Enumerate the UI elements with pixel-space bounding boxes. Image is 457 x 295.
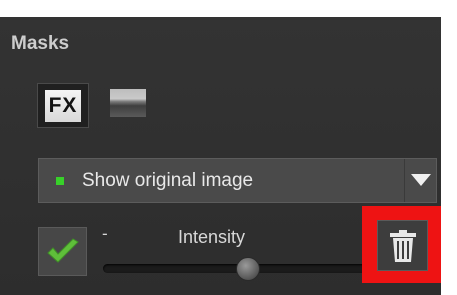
- right-border: [441, 0, 457, 295]
- fx-mask-button[interactable]: FX: [37, 83, 89, 128]
- image-mask-button[interactable]: [110, 89, 146, 117]
- intensity-label: Intensity: [178, 227, 246, 247]
- triangle-down-icon[interactable]: [411, 174, 431, 186]
- view-mode-dropdown[interactable]: Show original image: [38, 158, 437, 203]
- dropdown-selected-label: Show original image: [82, 170, 254, 191]
- checkmark-icon: [46, 237, 79, 263]
- intensity-minus-label: -: [102, 224, 108, 243]
- intensity-slider-thumb[interactable]: [236, 257, 260, 281]
- trash-icon: [389, 229, 416, 262]
- delete-mask-button[interactable]: [377, 220, 428, 271]
- top-border: [0, 0, 457, 17]
- apply-button[interactable]: [38, 227, 87, 276]
- status-dot: [56, 177, 64, 185]
- dropdown-divider: [404, 159, 405, 202]
- fx-icon: FX: [45, 89, 81, 122]
- panel-title: Masks: [11, 33, 70, 54]
